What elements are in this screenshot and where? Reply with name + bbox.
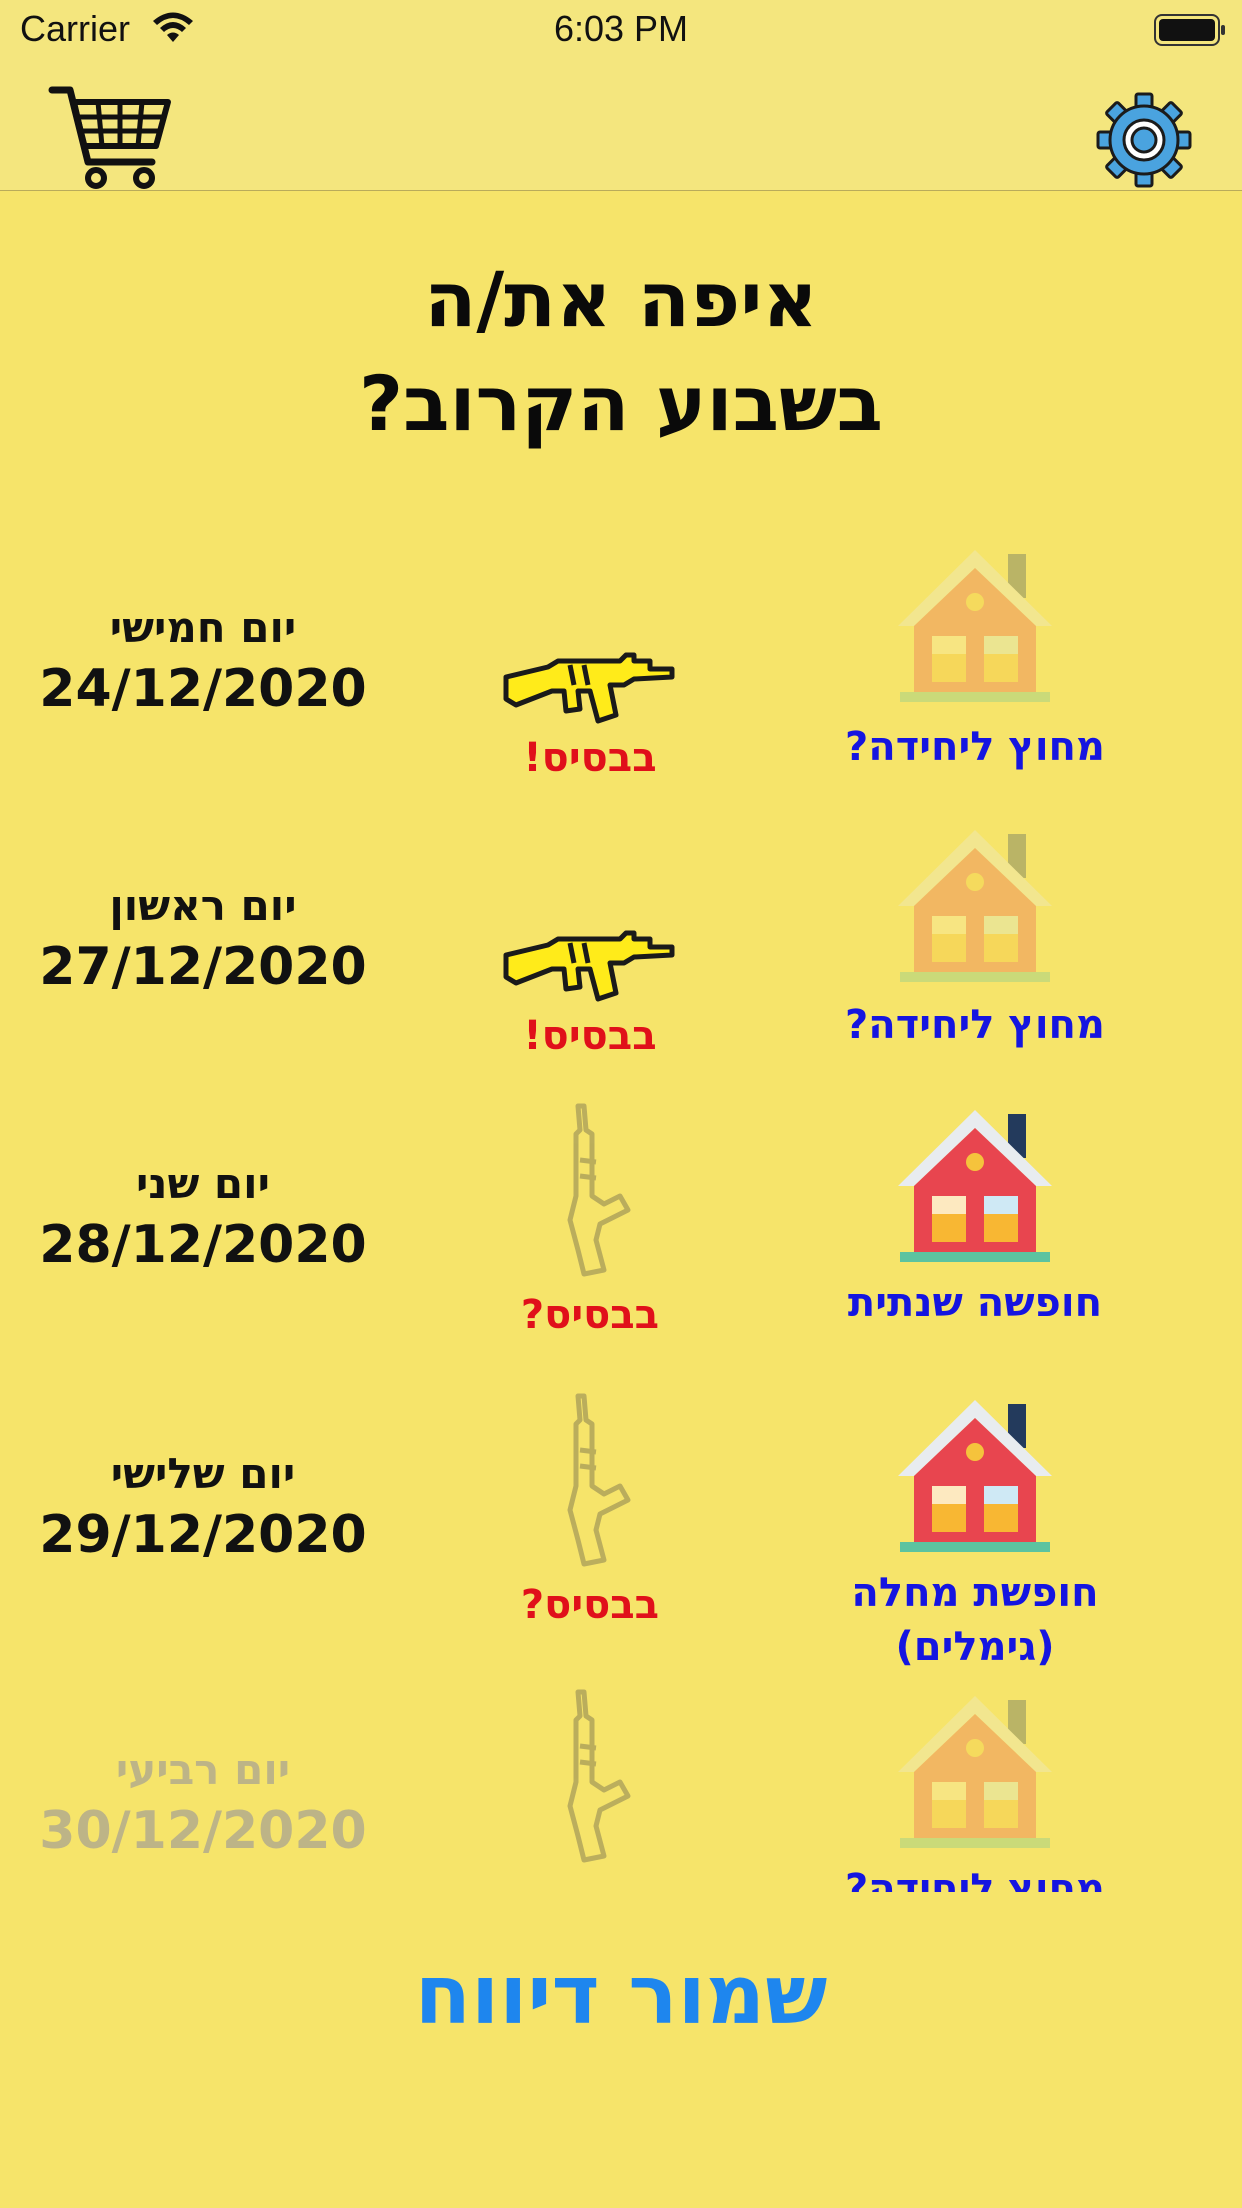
- house-icon[interactable]: [890, 1100, 1060, 1270]
- day-row: יום רביעי 30/12/2020 מחוץ ליחידה?: [0, 1686, 1242, 1892]
- base-status-label[interactable]: בבסיס!: [440, 1013, 740, 1059]
- day-date: 24/12/2020: [39, 659, 367, 719]
- location-status-label[interactable]: חופשת מחלה (גימלים): [800, 1566, 1150, 1674]
- day-date: 27/12/2020: [39, 937, 367, 997]
- day-name: יום ראשון: [109, 881, 297, 930]
- day-date: 29/12/2020: [39, 1505, 367, 1565]
- day-date: 30/12/2020: [39, 1801, 367, 1861]
- page-title: איפה את/ה בשבוע הקרוב?: [0, 248, 1242, 456]
- rifle-outline-icon[interactable]: [500, 1390, 680, 1570]
- save-report-button[interactable]: שמור דיווח: [0, 1948, 1242, 2043]
- gear-icon[interactable]: [1096, 92, 1192, 188]
- day-row: יום שלישי 29/12/2020 בבסיס? חופשת מחלה (…: [0, 1390, 1242, 1670]
- date-block: יום שני 28/12/2020: [0, 1156, 406, 1278]
- shopping-cart-icon[interactable]: [48, 84, 174, 192]
- rifle-outline-icon[interactable]: [500, 1686, 680, 1866]
- day-name: יום רביעי: [115, 1745, 291, 1794]
- house-icon[interactable]: [890, 820, 1060, 990]
- date-block: יום חמישי 24/12/2020: [0, 600, 406, 722]
- day-list: יום חמישי 24/12/2020 בבסיס! מחוץ ליחידה?: [0, 540, 1242, 1892]
- day-name: יום שלישי: [110, 1449, 296, 1498]
- clock: 6:03 PM: [553, 8, 689, 49]
- house-icon[interactable]: [890, 1390, 1060, 1560]
- day-name: יום שני: [136, 1159, 270, 1208]
- location-status-label[interactable]: מחוץ ליחידה?: [800, 720, 1150, 774]
- battery-icon: [1154, 14, 1225, 46]
- location-status-label[interactable]: מחוץ ליחידה?: [800, 998, 1150, 1052]
- rifle-outline-icon[interactable]: [500, 1100, 680, 1280]
- day-row: יום שני 28/12/2020 בבסיס? חופשה שנתית: [0, 1100, 1242, 1360]
- base-status-label[interactable]: בבסיס?: [440, 1582, 740, 1628]
- day-name: יום חמישי: [109, 603, 297, 652]
- day-row: יום ראשון 27/12/2020 בבסיס! מחוץ ליחידה?: [0, 820, 1242, 1080]
- house-icon[interactable]: [890, 1686, 1060, 1856]
- day-date: 28/12/2020: [39, 1215, 367, 1275]
- title-line-2: בשבוע הקרוב?: [359, 359, 883, 448]
- day-row: יום חמישי 24/12/2020 בבסיס! מחוץ ליחידה?: [0, 540, 1242, 800]
- date-block: יום ראשון 27/12/2020: [0, 878, 406, 1000]
- navigation-bar: [0, 62, 1242, 191]
- location-status-label[interactable]: חופשה שנתית: [800, 1276, 1150, 1330]
- title-line-1: איפה את/ה: [424, 255, 818, 344]
- base-status-label[interactable]: בבסיס?: [440, 1292, 740, 1338]
- base-status-label[interactable]: בבסיס!: [440, 735, 740, 781]
- house-icon[interactable]: [890, 540, 1060, 710]
- status-bar: Carrier 6:03 PM: [0, 0, 1242, 62]
- date-block: יום שלישי 29/12/2020: [0, 1446, 406, 1568]
- date-block: יום רביעי 30/12/2020: [0, 1742, 406, 1864]
- location-status-label[interactable]: מחוץ ליחידה?: [800, 1862, 1150, 1892]
